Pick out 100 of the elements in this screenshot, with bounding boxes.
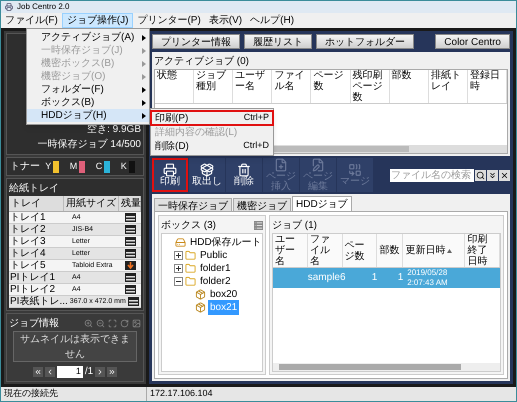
- tab[interactable]: HDDジョブ: [292, 196, 352, 211]
- tab[interactable]: 機密ジョブ: [233, 198, 291, 211]
- clear-button[interactable]: [499, 170, 510, 180]
- last-page-button[interactable]: [107, 366, 118, 376]
- file-pen-icon: [311, 158, 325, 172]
- file-plus-icon: [274, 158, 288, 172]
- submenu-arrow-icon: [142, 112, 146, 118]
- toolbar-button[interactable]: プリンター情報: [152, 34, 240, 49]
- toolbar-button[interactable]: 履歴リスト: [244, 34, 312, 49]
- next-page-button[interactable]: [95, 366, 106, 376]
- last-page-icon: [108, 368, 116, 376]
- menu-item[interactable]: アクティブジョブ(A): [27, 31, 149, 44]
- column-header: ユーザー名: [275, 234, 296, 267]
- column-header: ページ数: [311, 70, 351, 103]
- page-total: /1: [84, 365, 94, 379]
- fit-icon[interactable]: [108, 319, 117, 328]
- submenu-arrow-icon: [142, 34, 146, 40]
- menu-item[interactable]: ボックス(B): [27, 96, 149, 109]
- toner-label: C: [96, 160, 102, 173]
- image-icon[interactable]: [132, 319, 141, 328]
- zoom-in-icon[interactable]: [84, 319, 93, 328]
- column-header: トレイ: [9, 196, 64, 211]
- tree-item[interactable]: box20: [208, 287, 240, 302]
- chevrons-down-icon: [488, 170, 497, 180]
- table-cell-text: トレイ4: [9, 248, 47, 259]
- tree-item[interactable]: folder1: [198, 261, 233, 276]
- toner-label: K: [120, 160, 127, 173]
- toolbar-button[interactable]: 印刷: [152, 158, 188, 192]
- status-address: 172.17.106.104: [149, 387, 214, 400]
- tree-item[interactable]: HDD保存ルート: [188, 235, 264, 250]
- first-page-button[interactable]: [32, 366, 43, 376]
- tree-item[interactable]: Public: [198, 248, 230, 263]
- column-header: ファイル名: [310, 234, 331, 267]
- tab[interactable]: 一時保存ジョブ: [154, 198, 232, 211]
- menu-item[interactable]: HDDジョブ(H): [27, 109, 149, 122]
- table-cell-text: トレイ1: [9, 212, 47, 223]
- column-header: 印刷終了日時: [467, 234, 488, 267]
- column-header: 部数: [390, 70, 429, 103]
- column-header: 用紙サイズ: [64, 196, 119, 211]
- panel-title: アクティブジョブ (0): [154, 54, 250, 69]
- search-field[interactable]: ファイル名の検索: [390, 168, 474, 182]
- page-field[interactable]: 1: [56, 366, 83, 378]
- menu-item[interactable]: 印刷(P) Ctrl+P: [151, 111, 273, 125]
- job-info-title: ジョブ情報: [9, 316, 59, 331]
- column-header: ユーザー名: [233, 70, 272, 103]
- column-header: ファイル名: [272, 70, 312, 103]
- column-header: 残印刷ページ数: [350, 70, 390, 103]
- close-icon: [500, 170, 509, 180]
- tree-item[interactable]: folder2: [198, 274, 233, 289]
- toolbar-button[interactable]: 削除: [226, 158, 262, 192]
- rotate-icon[interactable]: [120, 319, 129, 328]
- collapse-icon[interactable]: [174, 277, 183, 286]
- menu-item[interactable]: プリンター(P): [133, 13, 205, 28]
- folder-icon: [185, 250, 196, 261]
- trays-title: 給紙トレイ: [9, 182, 60, 196]
- window-title: Job Centro 2.0: [17, 1, 70, 13]
- submenu-arrow-icon: [142, 48, 146, 54]
- zoom-out-icon[interactable]: [96, 319, 105, 328]
- menu-item[interactable]: ファイル(F): [1, 13, 62, 28]
- table-cell-text: PIトレイ2: [9, 284, 56, 295]
- search-icon: [476, 170, 485, 180]
- toolbar-button[interactable]: ホットフォルダー: [316, 34, 414, 49]
- app-icon: [5, 3, 13, 11]
- expand-icon[interactable]: [174, 251, 183, 260]
- menu-item[interactable]: 表示(V): [204, 13, 246, 28]
- column-header: 部数: [379, 245, 400, 256]
- table-cell-text: トレイ5: [9, 260, 47, 271]
- status-label: 現在の接続先: [1, 387, 147, 401]
- list-icon[interactable]: [254, 221, 263, 230]
- table-cell-text: トレイ2: [9, 224, 47, 235]
- submenu-arrow-icon: [142, 74, 146, 80]
- toner-title: トナー: [10, 160, 40, 174]
- toolbar-button[interactable]: 取出し: [189, 158, 225, 192]
- submenu-arrow-icon: [142, 60, 146, 66]
- menu-item[interactable]: ジョブ操作(J): [62, 13, 134, 28]
- held-jobs-text: 一時保存ジョブ 14/500: [38, 138, 141, 152]
- toner-label: M: [70, 160, 78, 173]
- submenu-arrow-icon: [142, 100, 146, 106]
- thumbnail-message: サムネイルは表示できません: [19, 332, 131, 362]
- folder-icon: [185, 276, 196, 287]
- search-button[interactable]: [475, 170, 486, 180]
- previous-page-button[interactable]: [44, 366, 55, 376]
- printer-icon: [163, 163, 177, 177]
- box-icon: [200, 163, 214, 177]
- toolbar-button[interactable]: Color Centro: [435, 34, 510, 49]
- box-icon: [195, 289, 206, 300]
- scrollbar-thumb[interactable]: [279, 364, 461, 370]
- box-icon: [195, 302, 206, 313]
- panel-title: ジョブ (1): [272, 218, 318, 233]
- table-cell: PI表紙トレ...: [9, 296, 69, 307]
- expand-button[interactable]: [487, 170, 498, 180]
- drive-icon: [175, 237, 186, 248]
- menu-item[interactable]: 削除(D) Ctrl+D: [151, 139, 273, 153]
- menu-item[interactable]: ヘルプ(H): [246, 13, 298, 28]
- menu-item[interactable]: フォルダー(F): [27, 83, 149, 96]
- trash-icon: [237, 163, 251, 177]
- column-header: 状態: [155, 70, 194, 103]
- first-page-icon: [34, 368, 42, 376]
- table-cell-text: トレイ3: [9, 236, 47, 247]
- expand-icon[interactable]: [174, 264, 183, 273]
